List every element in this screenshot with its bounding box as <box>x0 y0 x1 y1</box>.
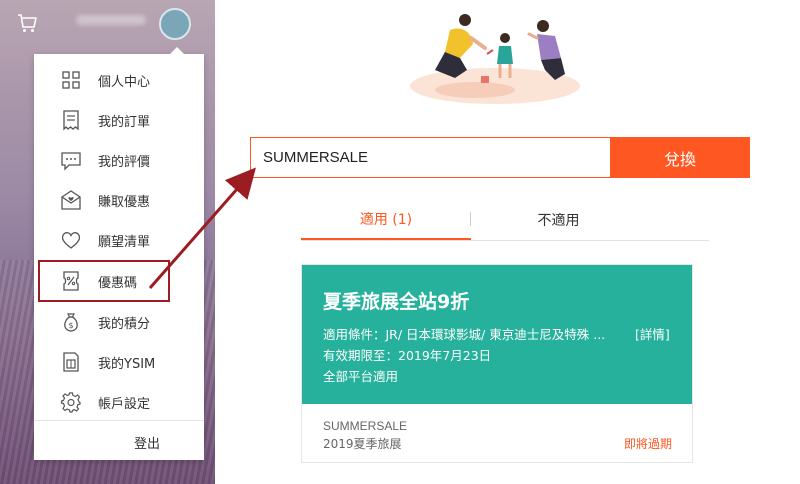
menu-divider <box>34 420 204 421</box>
tab-applicable[interactable]: 適用 (1) <box>301 200 471 240</box>
menu-item-label: 我的YSIM <box>98 357 156 372</box>
logout-button[interactable]: 登出 <box>34 426 204 456</box>
chat-bubble-icon <box>61 152 81 171</box>
coupon-redeem-form: 兌換 <box>250 137 750 178</box>
coupon-card-header: 夏季旅展全站9折 適用條件：JR/ 日本環球影城/ 東京迪士尼及特殊 ... [… <box>302 265 692 409</box>
menu-item-reviews[interactable]: 我的評價 <box>34 142 204 178</box>
menu-item-orders[interactable]: 我的訂單 <box>34 102 204 138</box>
envelope-icon <box>61 190 81 210</box>
coupon-tabs: 適用 (1) 不適用 <box>301 200 709 241</box>
coupon-validity: 有效期限至：2019年7月23日 <box>323 348 492 363</box>
menu-item-wishlist[interactable]: 願望清單 <box>34 222 204 258</box>
menu-item-earn-rewards[interactable]: 賺取優惠 <box>34 182 204 218</box>
menu-item-label: 我的評價 <box>98 155 151 170</box>
username-blurred[interactable] <box>76 15 146 25</box>
gear-icon <box>60 392 81 413</box>
coupon-detail-link[interactable]: [詳情] <box>635 324 670 343</box>
coupon-conditions: 適用條件：JR/ 日本環球影城/ 東京迪士尼及特殊 ... <box>323 327 606 342</box>
menu-item-coupon-code[interactable]: 優惠碼 <box>38 260 170 302</box>
coupon-event-name: 2019夏季旅展 <box>323 437 402 451</box>
coupon-platforms: 全部平台適用 <box>323 369 399 384</box>
svg-text:$: $ <box>68 321 73 330</box>
heart-icon <box>61 232 81 249</box>
menu-item-label: 我的積分 <box>98 317 151 332</box>
receipt-icon <box>63 110 79 131</box>
coupon-code: SUMMERSALE <box>323 419 408 433</box>
grid-icon <box>62 71 80 89</box>
menu-item-label: 賺取優惠 <box>98 195 151 210</box>
sim-card-icon <box>63 352 79 372</box>
menu-item-label: 帳戶設定 <box>98 397 151 412</box>
money-bag-icon: $ <box>64 313 78 332</box>
menu-item-label: 我的訂單 <box>98 115 151 130</box>
coupon-expiry-status: 即將過期 <box>624 437 673 451</box>
menu-item-points[interactable]: $ 我的積分 <box>34 304 204 340</box>
redeem-button[interactable]: 兌換 <box>610 137 750 178</box>
menu-item-profile[interactable]: 個人中心 <box>34 62 204 98</box>
menu-item-label: 優惠碼 <box>98 276 138 291</box>
tab-not-applicable[interactable]: 不適用 <box>471 200 646 240</box>
coupon-title: 夏季旅展全站9折 <box>323 291 470 313</box>
menu-item-ysim[interactable]: 我的YSIM <box>34 344 204 380</box>
logout-label: 登出 <box>133 437 160 452</box>
coupon-card[interactable]: 夏季旅展全站9折 適用條件：JR/ 日本環球影城/ 東京迪士尼及特殊 ... [… <box>301 264 693 463</box>
cart-icon[interactable] <box>16 12 38 34</box>
account-dropdown-menu: 個人中心 我的訂單 我的評價 賺取優惠 願望清單 優惠碼 $ 我的積分 我的YS… <box>34 47 204 460</box>
avatar[interactable] <box>159 8 191 40</box>
coupon-code-input[interactable] <box>250 137 610 178</box>
menu-item-label: 願望清單 <box>98 235 151 250</box>
family-beach-illustration <box>410 14 580 104</box>
coupon-icon <box>63 271 79 291</box>
menu-item-account-settings[interactable]: 帳戶設定 <box>34 384 204 420</box>
menu-item-label: 個人中心 <box>98 75 151 90</box>
